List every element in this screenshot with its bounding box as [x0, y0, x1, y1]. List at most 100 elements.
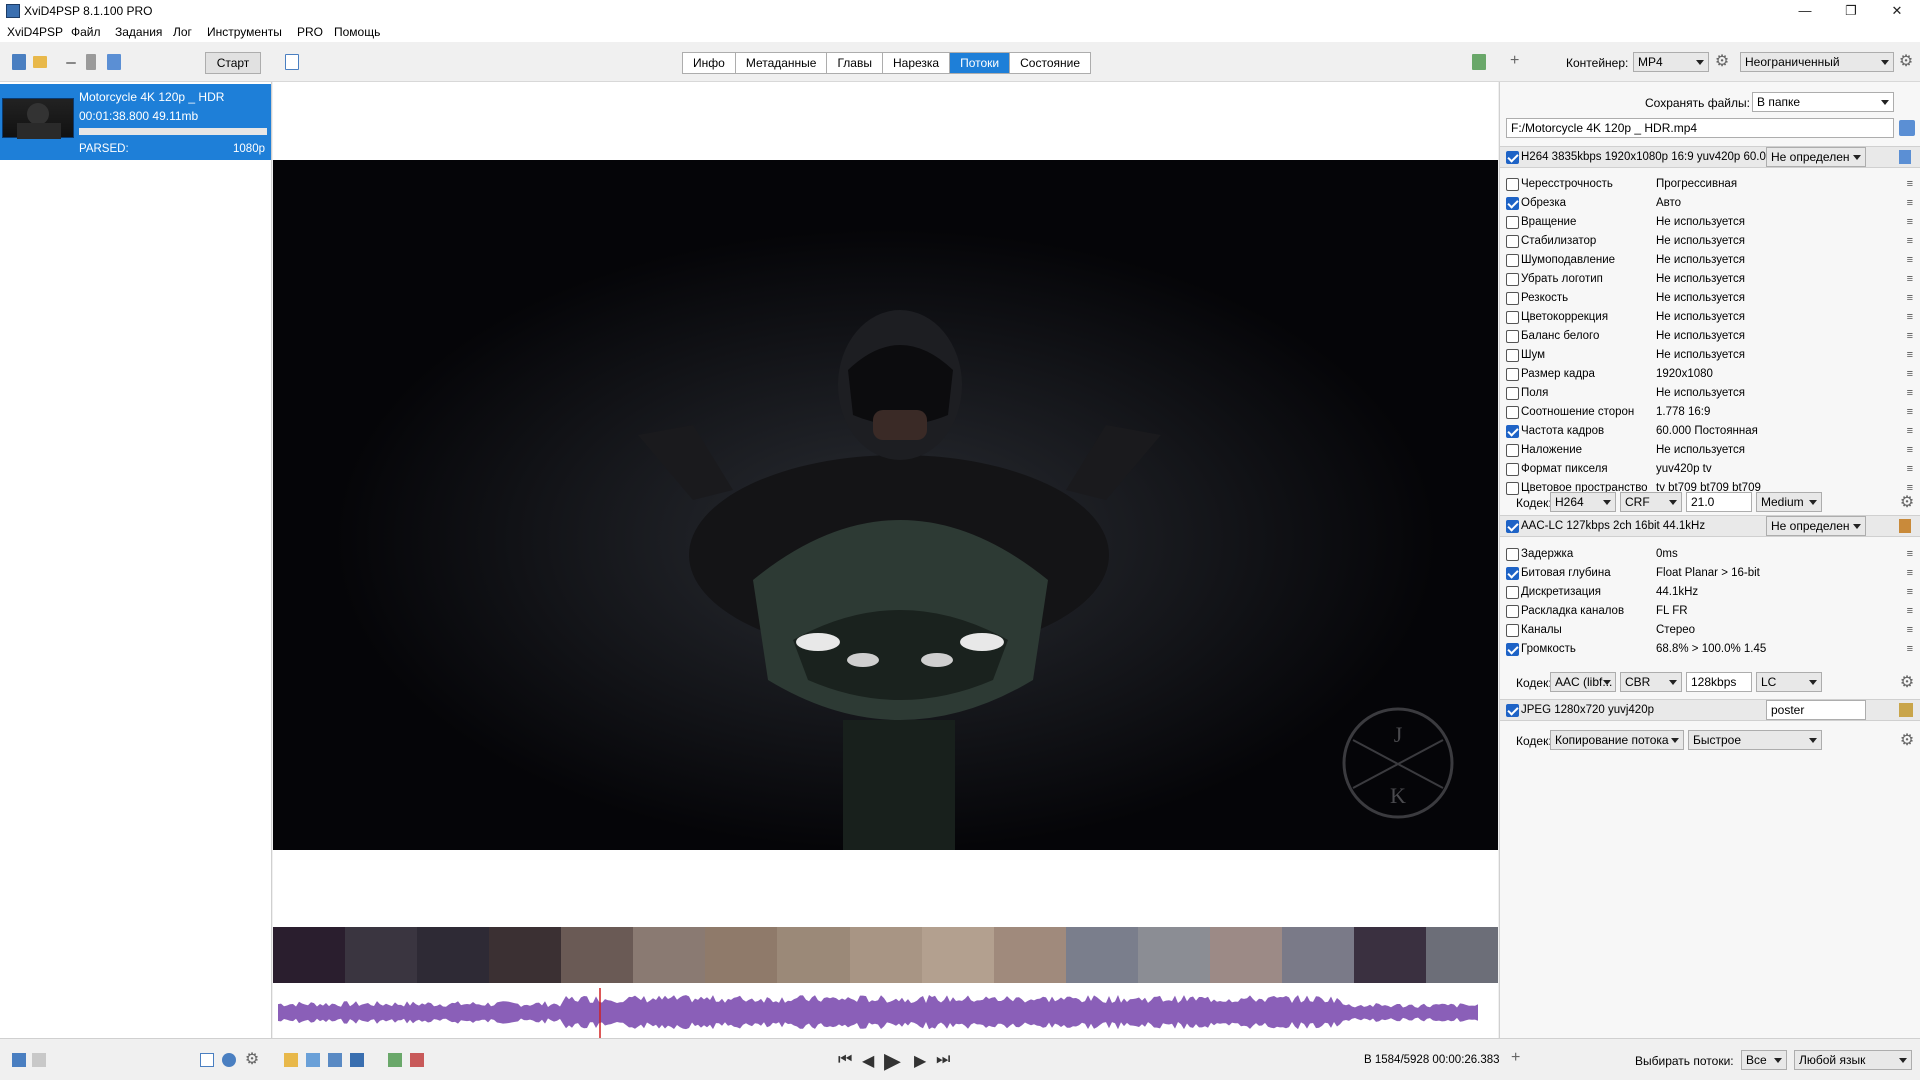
adjust-icon[interactable]: ≡: [1907, 311, 1913, 323]
adjust-icon[interactable]: ≡: [1907, 292, 1913, 304]
audio-filter-checkbox[interactable]: [1506, 605, 1519, 618]
audio-filter-checkbox[interactable]: [1506, 643, 1519, 656]
save-icon[interactable]: [107, 54, 121, 70]
adjust-icon[interactable]: ≡: [1907, 643, 1913, 655]
video-filter-value[interactable]: Не используется: [1656, 311, 1745, 323]
list-icon[interactable]: [285, 54, 299, 70]
adjust-icon[interactable]: ≡: [1907, 463, 1913, 475]
tab-chapters[interactable]: Главы: [827, 53, 883, 73]
language-select[interactable]: Любой язык: [1794, 1050, 1912, 1070]
preview-icon[interactable]: [1472, 54, 1486, 70]
video-filter-value[interactable]: Авто: [1656, 197, 1681, 209]
video-filter-value[interactable]: Не используется: [1656, 444, 1745, 456]
audio-profile-select[interactable]: LC: [1756, 672, 1822, 692]
adjust-icon[interactable]: ≡: [1907, 178, 1913, 190]
limit-select[interactable]: Неограниченный: [1740, 52, 1894, 72]
adjust-icon[interactable]: ≡: [1907, 444, 1913, 456]
clear-icon[interactable]: [86, 54, 96, 70]
video-filter-row[interactable]: Баланс белого Не используется ≡: [1500, 327, 1920, 346]
adjust-icon[interactable]: ≡: [1907, 624, 1913, 636]
audio-filter-row[interactable]: Задержка 0ms ≡: [1500, 545, 1920, 564]
streams-select[interactable]: Все: [1741, 1050, 1787, 1070]
filmstrip[interactable]: [273, 927, 1499, 983]
video-filter-checkbox[interactable]: [1506, 387, 1519, 400]
video-preview[interactable]: J K: [273, 160, 1498, 850]
image-codec-select[interactable]: Копирование потока: [1550, 730, 1684, 750]
video-mode-select[interactable]: CRF: [1620, 492, 1682, 512]
audio-lang-select[interactable]: Не определен: [1766, 516, 1866, 536]
tab-state[interactable]: Состояние: [1010, 53, 1090, 73]
adjust-icon[interactable]: ≡: [1907, 216, 1913, 228]
video-filter-value[interactable]: Не используется: [1656, 292, 1745, 304]
screenshot-icon[interactable]: [284, 1053, 298, 1067]
video-codec-select[interactable]: H264 (x264): [1550, 492, 1616, 527]
audio-stream-icon[interactable]: [1899, 519, 1911, 533]
new-task-icon[interactable]: [12, 54, 26, 70]
browse-save-icon[interactable]: [1899, 120, 1915, 136]
video-filter-value[interactable]: Не используется: [1656, 273, 1745, 285]
adjust-icon[interactable]: ≡: [1907, 330, 1913, 342]
video-filter-checkbox[interactable]: [1506, 406, 1519, 419]
video-filter-checkbox[interactable]: [1506, 235, 1519, 248]
export-icon[interactable]: [350, 1053, 364, 1067]
adjust-icon[interactable]: ≡: [1907, 235, 1913, 247]
audio-mode-select[interactable]: CBR: [1620, 672, 1682, 692]
mark-a-icon[interactable]: [388, 1053, 402, 1067]
add-icon[interactable]: +: [1510, 52, 1519, 70]
maximize-button[interactable]: ❐: [1828, 0, 1874, 22]
audio-filter-value[interactable]: Стерео: [1656, 624, 1695, 636]
video-filter-checkbox[interactable]: [1506, 311, 1519, 324]
container-settings-icon[interactable]: ⚙: [1714, 54, 1730, 70]
audio-filter-checkbox[interactable]: [1506, 567, 1519, 580]
container-select[interactable]: MP4: [1633, 52, 1709, 72]
video-filter-value[interactable]: Не используется: [1656, 349, 1745, 361]
output-path-field[interactable]: F:/Motorcycle 4K 120p _ HDR.mp4: [1506, 118, 1894, 138]
video-filter-checkbox[interactable]: [1506, 425, 1519, 438]
video-filter-row[interactable]: Частота кадров 60.000 Постоянная ≡: [1500, 422, 1920, 441]
audio-filter-value[interactable]: FL FR: [1656, 605, 1688, 617]
video-lang-select[interactable]: Не определен: [1766, 147, 1866, 167]
menu-xvid[interactable]: XviD4PSP: [7, 25, 63, 39]
grid-view-icon[interactable]: [32, 1053, 46, 1067]
play-icon[interactable]: ▶: [884, 1048, 901, 1074]
menu-pro[interactable]: PRO: [297, 25, 323, 39]
audio-filter-row[interactable]: Битовая глубина Float Planar > 16-bit ≡: [1500, 564, 1920, 583]
video-preset-select[interactable]: Medium: [1756, 492, 1822, 512]
audio-codec-select[interactable]: AAC (libf...: [1550, 672, 1616, 692]
adjust-icon[interactable]: ≡: [1907, 349, 1913, 361]
image-stream-checkbox[interactable]: [1506, 704, 1519, 717]
video-filter-checkbox[interactable]: [1506, 216, 1519, 229]
adjust-icon[interactable]: ≡: [1907, 368, 1913, 380]
video-filter-row[interactable]: Обрезка Авто ≡: [1500, 194, 1920, 213]
video-filter-checkbox[interactable]: [1506, 463, 1519, 476]
prev-frame-icon[interactable]: ◀: [862, 1051, 874, 1071]
audio-filter-row[interactable]: Раскладка каналов FL FR ≡: [1500, 602, 1920, 621]
tab-streams[interactable]: Потоки: [950, 53, 1011, 73]
video-filter-row[interactable]: Чересстрочность Прогрессивная ≡: [1500, 175, 1920, 194]
video-filter-row[interactable]: Шумоподавление Не используется ≡: [1500, 251, 1920, 270]
menu-file[interactable]: Файл: [71, 25, 101, 39]
video-filter-checkbox[interactable]: [1506, 254, 1519, 267]
eye-icon[interactable]: [222, 1053, 236, 1067]
video-filter-checkbox[interactable]: [1506, 444, 1519, 457]
adjust-icon[interactable]: ≡: [1907, 425, 1913, 437]
video-filter-row[interactable]: Шум Не используется ≡: [1500, 346, 1920, 365]
video-filter-value[interactable]: Не используется: [1656, 330, 1745, 342]
video-filter-value[interactable]: Не используется: [1656, 254, 1745, 266]
queue-item[interactable]: Motorcycle 4K 120p _ HDR 00:01:38.800 49…: [0, 84, 271, 160]
image-codec-settings-icon[interactable]: ⚙: [1899, 733, 1915, 749]
video-filter-value[interactable]: 1920x1080: [1656, 368, 1713, 380]
settings-icon[interactable]: ⚙: [244, 1052, 260, 1068]
audio-filter-value[interactable]: 68.8% > 100.0% 1.45: [1656, 643, 1766, 655]
video-filter-value[interactable]: 60.000 Постоянная: [1656, 425, 1758, 437]
menu-help[interactable]: Помощь: [334, 25, 380, 39]
video-filter-checkbox[interactable]: [1506, 368, 1519, 381]
limit-settings-icon[interactable]: ⚙: [1898, 54, 1914, 70]
video-filter-checkbox[interactable]: [1506, 330, 1519, 343]
adjust-icon[interactable]: ≡: [1907, 567, 1913, 579]
minimize-button[interactable]: —: [1782, 0, 1828, 22]
save-files-select[interactable]: В папке: [1752, 92, 1894, 112]
start-button[interactable]: Старт: [205, 52, 261, 74]
tab-cutting[interactable]: Нарезка: [883, 53, 951, 73]
video-filter-checkbox[interactable]: [1506, 178, 1519, 191]
